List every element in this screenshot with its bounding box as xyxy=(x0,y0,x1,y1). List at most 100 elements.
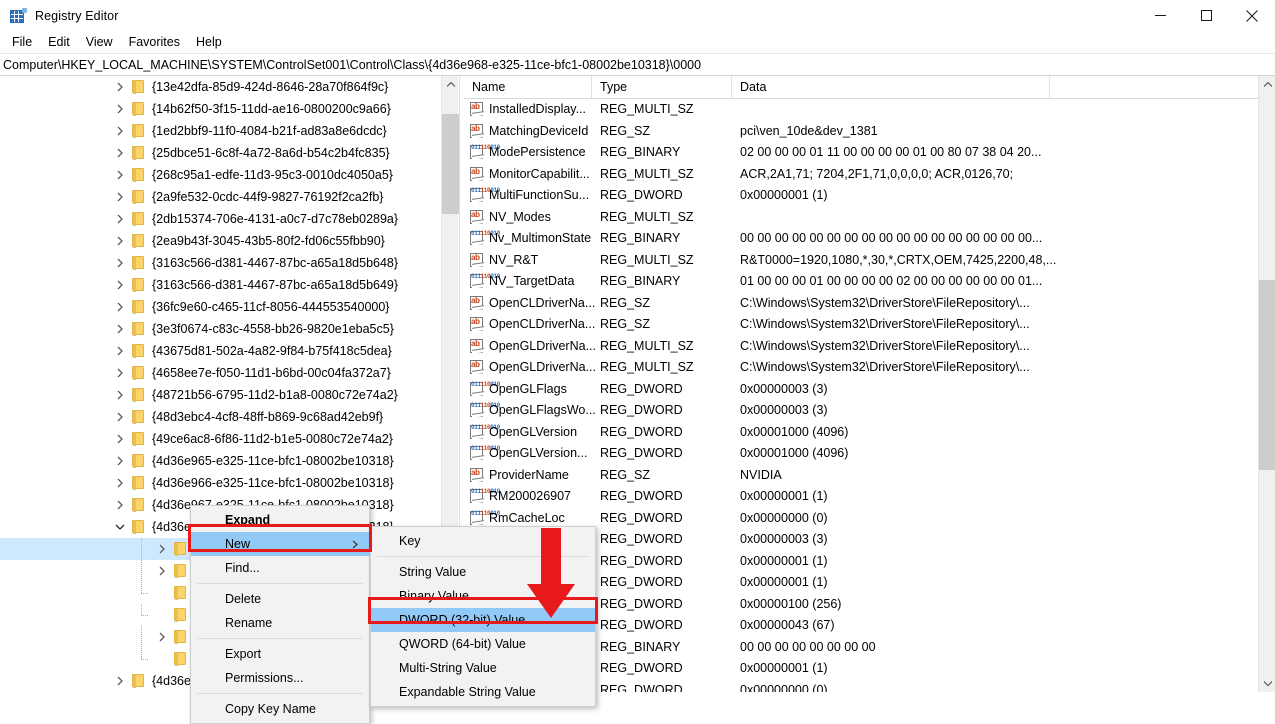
value-row[interactable]: abNV_R&TREG_MULTI_SZR&T0000=1920,1080,*,… xyxy=(464,250,1258,272)
tree-item[interactable]: {3163c566-d381-4467-87bc-a65a18d5b648} xyxy=(0,252,441,274)
tree-item[interactable]: {14b62f50-3f15-11dd-ae16-0800200c9a66} xyxy=(0,98,441,120)
tree-item[interactable]: {3e3f0674-c83c-4558-bb26-9820e1eba5c5} xyxy=(0,318,441,340)
tree-item-label: {1ed2bbf9-11f0-4084-b21f-ad83a8e6dcdc} xyxy=(152,120,387,142)
folder-icon xyxy=(173,648,189,670)
value-row[interactable]: 011110010OpenGLVersionREG_DWORD0x0000100… xyxy=(464,422,1258,444)
value-row[interactable]: 011110010OpenGLFlagsREG_DWORD0x00000003 … xyxy=(464,379,1258,401)
value-row[interactable]: abMonitorCapabilit...REG_MULTI_SZACR,2A1… xyxy=(464,164,1258,186)
tree-item[interactable]: {36fc9e60-c465-11cf-8056-444553540000} xyxy=(0,296,441,318)
context-menu-item-copy-key-name[interactable]: Copy Key Name xyxy=(191,697,369,721)
column-header-name[interactable]: Name xyxy=(464,76,592,98)
tree-expander-icon[interactable] xyxy=(110,384,131,406)
tree-scrollbar-thumb[interactable] xyxy=(442,114,459,214)
menu-file[interactable]: File xyxy=(4,32,40,52)
list-scrollbar-thumb[interactable] xyxy=(1259,280,1275,470)
value-row[interactable]: abOpenGLDriverNa...REG_MULTI_SZC:\Window… xyxy=(464,336,1258,358)
submenu-item-expandable-string-value[interactable]: Expandable String Value xyxy=(371,680,595,704)
tree-expander-icon[interactable] xyxy=(110,362,131,384)
tree-expander-icon[interactable] xyxy=(110,296,131,318)
value-row[interactable]: 011110010OpenGLFlagsWo...REG_DWORD0x0000… xyxy=(464,400,1258,422)
tree-expander-icon[interactable] xyxy=(152,560,173,582)
tree-item[interactable]: {25dbce51-6c8f-4a72-8a6d-b54c2b4fc835} xyxy=(0,142,441,164)
tree-item[interactable]: {43675d81-502a-4a82-9f84-b75f418c5dea} xyxy=(0,340,441,362)
value-row[interactable]: abOpenGLDriverNa...REG_MULTI_SZC:\Window… xyxy=(464,357,1258,379)
tree-item[interactable]: {48721b56-6795-11d2-b1a8-0080c72e74a2} xyxy=(0,384,441,406)
value-row[interactable]: 011110010Nv_MultimonStateREG_BINARY00 00… xyxy=(464,228,1258,250)
tree-expander-icon[interactable] xyxy=(110,516,131,538)
tree-item[interactable]: {1ed2bbf9-11f0-4084-b21f-ad83a8e6dcdc} xyxy=(0,120,441,142)
tree-item[interactable]: {2ea9b43f-3045-43b5-80f2-fd06c55fbb90} xyxy=(0,230,441,252)
tree-item[interactable]: {13e42dfa-85d9-424d-8646-28a70f864f9c} xyxy=(0,76,441,98)
tree-expander-icon[interactable] xyxy=(110,428,131,450)
tree-expander-icon[interactable] xyxy=(152,582,173,604)
minimize-button[interactable] xyxy=(1137,0,1183,31)
value-name: NV_R&T xyxy=(489,250,538,272)
value-row[interactable]: 011110010NV_TargetDataREG_BINARY01 00 00… xyxy=(464,271,1258,293)
submenu-item-qword-64-bit-value[interactable]: QWORD (64-bit) Value xyxy=(371,632,595,656)
tree-scroll-up-icon[interactable] xyxy=(442,76,459,93)
tree-item[interactable]: {48d3ebc4-4cf8-48ff-b869-9c68ad42eb9f} xyxy=(0,406,441,428)
context-menu-item-new[interactable]: New xyxy=(191,532,369,556)
tree-expander-icon[interactable] xyxy=(110,98,131,120)
tree-expander-icon[interactable] xyxy=(110,274,131,296)
list-scroll-down-icon[interactable] xyxy=(1259,675,1275,692)
tree-context-menu[interactable]: ExpandNewFind... DeleteRename ExportPermis… xyxy=(190,505,370,724)
tree-item[interactable]: {3163c566-d381-4467-87bc-a65a18d5b649} xyxy=(0,274,441,296)
column-header-type[interactable]: Type xyxy=(592,76,732,98)
value-row[interactable]: 011110010OpenGLVersion...REG_DWORD0x0000… xyxy=(464,443,1258,465)
tree-expander-icon[interactable] xyxy=(110,76,131,98)
tree-expander-icon[interactable] xyxy=(152,604,173,626)
tree-expander-icon[interactable] xyxy=(110,230,131,252)
close-button[interactable] xyxy=(1229,0,1275,31)
tree-item[interactable]: {2db15374-706e-4131-a0c7-d7c78eb0289a} xyxy=(0,208,441,230)
menu-help[interactable]: Help xyxy=(188,32,230,52)
menu-edit[interactable]: Edit xyxy=(40,32,78,52)
tree-expander-icon[interactable] xyxy=(152,648,173,670)
tree-item-label: {36fc9e60-c465-11cf-8056-444553540000} xyxy=(152,296,389,318)
menu-view[interactable]: View xyxy=(78,32,121,52)
tree-expander-icon[interactable] xyxy=(110,252,131,274)
tree-expander-icon[interactable] xyxy=(110,142,131,164)
context-menu-item-find[interactable]: Find... xyxy=(191,556,369,580)
context-menu-item-rename[interactable]: Rename xyxy=(191,611,369,635)
value-row[interactable]: 011110010MultiFunctionSu...REG_DWORD0x00… xyxy=(464,185,1258,207)
tree-expander-icon[interactable] xyxy=(110,120,131,142)
tree-expander-icon[interactable] xyxy=(110,186,131,208)
tree-item[interactable]: {268c95a1-edfe-11d3-95c3-0010dc4050a5} xyxy=(0,164,441,186)
tree-expander-icon[interactable] xyxy=(110,406,131,428)
tree-item[interactable]: {4658ee7e-f050-11d1-b6bd-00c04fa372a7} xyxy=(0,362,441,384)
value-row[interactable]: abMatchingDeviceIdREG_SZpci\ven_10de&dev… xyxy=(464,121,1258,143)
tree-expander-icon[interactable] xyxy=(110,494,131,516)
tree-item[interactable]: {4d36e965-e325-11ce-bfc1-08002be10318} xyxy=(0,450,441,472)
value-row[interactable]: 011110010ModePersistenceREG_BINARY02 00 … xyxy=(464,142,1258,164)
list-vertical-scrollbar[interactable] xyxy=(1258,76,1275,692)
value-row[interactable]: abOpenCLDriverNa...REG_SZC:\Windows\Syst… xyxy=(464,293,1258,315)
tree-expander-icon[interactable] xyxy=(110,340,131,362)
address-bar[interactable]: Computer\HKEY_LOCAL_MACHINE\SYSTEM\Contr… xyxy=(0,53,1275,76)
column-header-data[interactable]: Data xyxy=(732,76,1050,98)
tree-expander-icon[interactable] xyxy=(110,472,131,494)
value-row[interactable]: abProviderNameREG_SZNVIDIA xyxy=(464,465,1258,487)
tree-expander-icon[interactable] xyxy=(110,450,131,472)
value-row[interactable]: abNV_ModesREG_MULTI_SZ xyxy=(464,207,1258,229)
context-menu-item-delete[interactable]: Delete xyxy=(191,587,369,611)
list-scroll-up-icon[interactable] xyxy=(1259,76,1275,93)
tree-expander-icon[interactable] xyxy=(110,670,131,692)
value-row[interactable]: 011110010RM200026907REG_DWORD0x00000001 … xyxy=(464,486,1258,508)
context-menu-item-permissions[interactable]: Permissions... xyxy=(191,666,369,690)
value-row[interactable]: abInstalledDisplay...REG_MULTI_SZ xyxy=(464,99,1258,121)
context-menu-item-export[interactable]: Export xyxy=(191,642,369,666)
tree-expander-icon[interactable] xyxy=(110,164,131,186)
tree-expander-icon[interactable] xyxy=(152,626,173,648)
context-menu-item-expand[interactable]: Expand xyxy=(191,508,369,532)
menu-favorites[interactable]: Favorites xyxy=(121,32,188,52)
value-row[interactable]: abOpenCLDriverNa...REG_SZC:\Windows\Syst… xyxy=(464,314,1258,336)
tree-expander-icon[interactable] xyxy=(152,538,173,560)
maximize-button[interactable] xyxy=(1183,0,1229,31)
tree-item[interactable]: {49ce6ac8-6f86-11d2-b1e5-0080c72e74a2} xyxy=(0,428,441,450)
tree-expander-icon[interactable] xyxy=(110,318,131,340)
tree-item[interactable]: {2a9fe532-0cdc-44f9-9827-76192f2ca2fb} xyxy=(0,186,441,208)
tree-expander-icon[interactable] xyxy=(110,208,131,230)
tree-item[interactable]: {4d36e966-e325-11ce-bfc1-08002be10318} xyxy=(0,472,441,494)
submenu-item-multi-string-value[interactable]: Multi-String Value xyxy=(371,656,595,680)
